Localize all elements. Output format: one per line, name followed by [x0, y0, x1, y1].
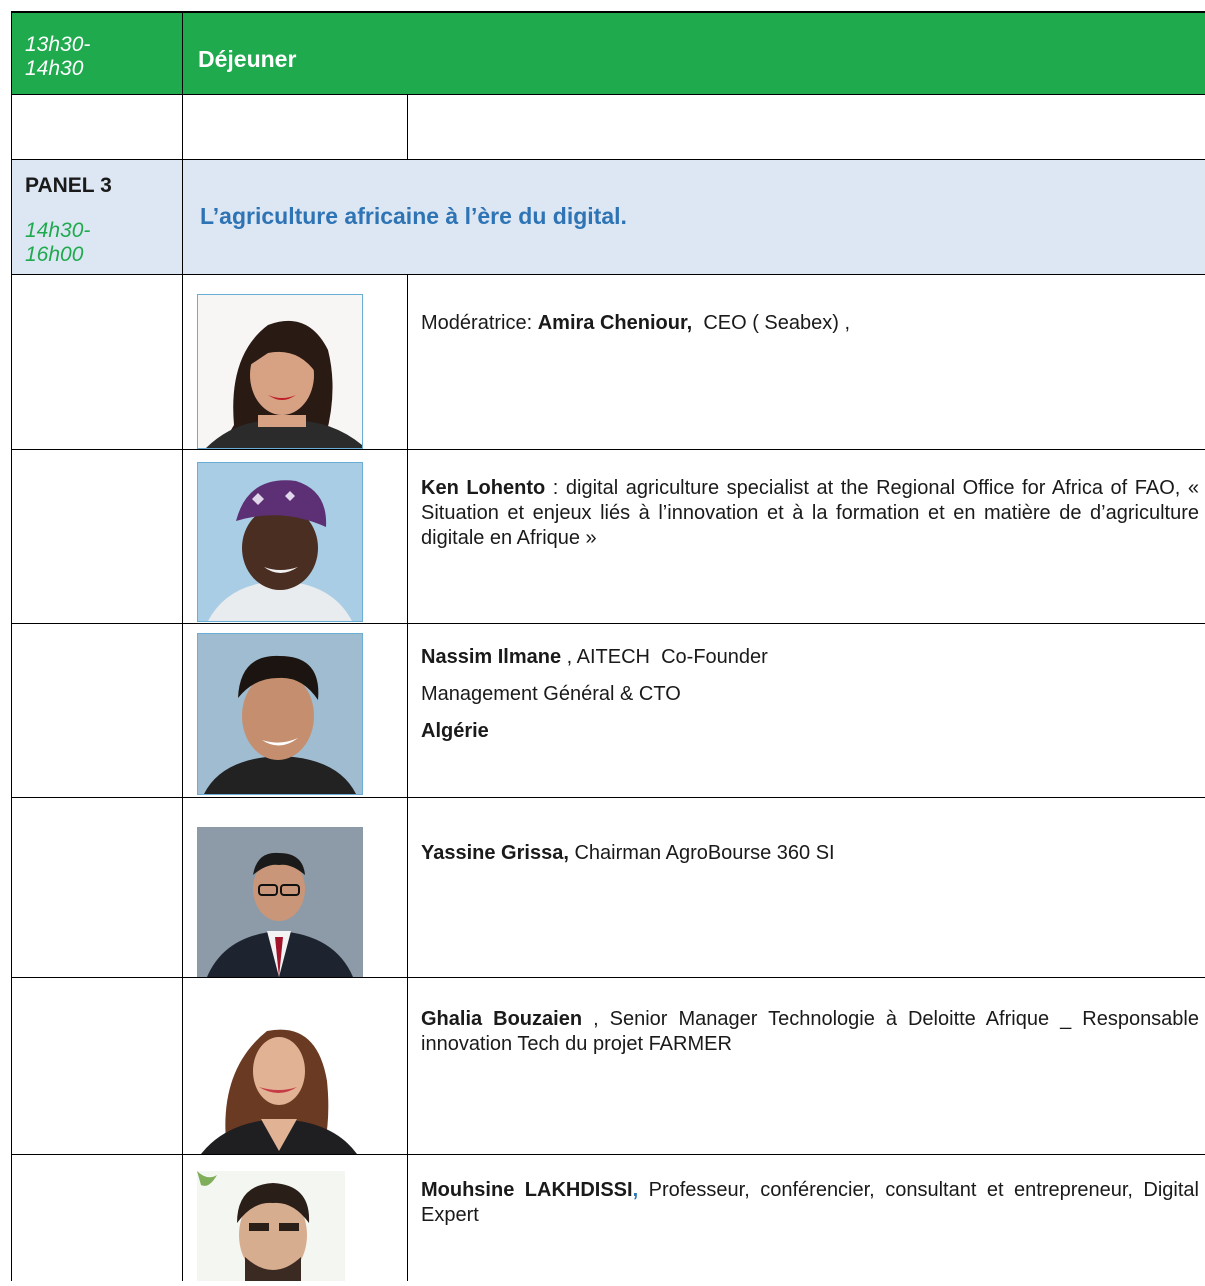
speaker-desc-yassine: Yassine Grissa, Chairman AgroBourse 360 …	[421, 841, 1199, 866]
speaker-role-line2: Management Général & CTO	[421, 683, 681, 705]
speaker-desc-amira: Modératrice: Amira Cheniour, CEO ( Seabe…	[421, 311, 1199, 336]
speaker-desc-ken: Ken Lohento : digital agriculture specia…	[421, 476, 1199, 551]
panel-label: PANEL 3	[25, 174, 112, 197]
speaker-photo-ken	[197, 462, 363, 622]
speaker-name: Ken Lohento	[421, 477, 546, 499]
lunch-time: 13h30- 14h30	[25, 33, 91, 80]
empty-row	[11, 94, 1205, 160]
speaker-name: Ghalia Bouzaien	[421, 1008, 583, 1030]
speaker-photo-ghalia	[197, 1001, 363, 1154]
speaker-photo-mouhsine	[197, 1171, 345, 1281]
speaker-photo-amira	[197, 294, 363, 449]
speaker-name: Mouhsine LAKHDISSI	[421, 1179, 633, 1201]
moderator-prefix: Modératrice:	[421, 312, 538, 334]
speaker-name: Amira Cheniour,	[537, 312, 693, 334]
speaker-desc-mouhsine: Mouhsine LAKHDISSI, Professeur, conféren…	[421, 1178, 1199, 1228]
speaker-role: CEO ( Seabex) ,	[692, 312, 851, 334]
speaker-photo-yassine	[197, 827, 363, 977]
lunch-title: Déjeuner	[198, 46, 297, 72]
speaker-name: Yassine Grissa,	[421, 842, 569, 864]
lunch-row: 13h30- 14h30 Déjeuner	[11, 11, 1205, 94]
agenda-table: 13h30- 14h30 Déjeuner PANEL 3 14h30- 16h…	[11, 11, 1205, 1281]
speaker-role: , AITECH Co-Founder	[561, 646, 768, 668]
speaker-desc-nassim: Nassim Ilmane , AITECH Co-Founder Manage…	[421, 645, 1199, 756]
panel-time: 14h30- 16h00	[25, 219, 91, 266]
speaker-photo-nassim	[197, 633, 363, 795]
speaker-country: Algérie	[421, 720, 489, 742]
speaker-desc-ghalia: Ghalia Bouzaien , Senior Manager Technol…	[421, 1007, 1199, 1057]
speaker-name: Nassim Ilmane	[421, 646, 562, 668]
panel-title: L’agriculture africaine à l’ère du digit…	[200, 203, 627, 229]
speaker-role: Chairman AgroBourse 360 SI	[568, 842, 835, 864]
